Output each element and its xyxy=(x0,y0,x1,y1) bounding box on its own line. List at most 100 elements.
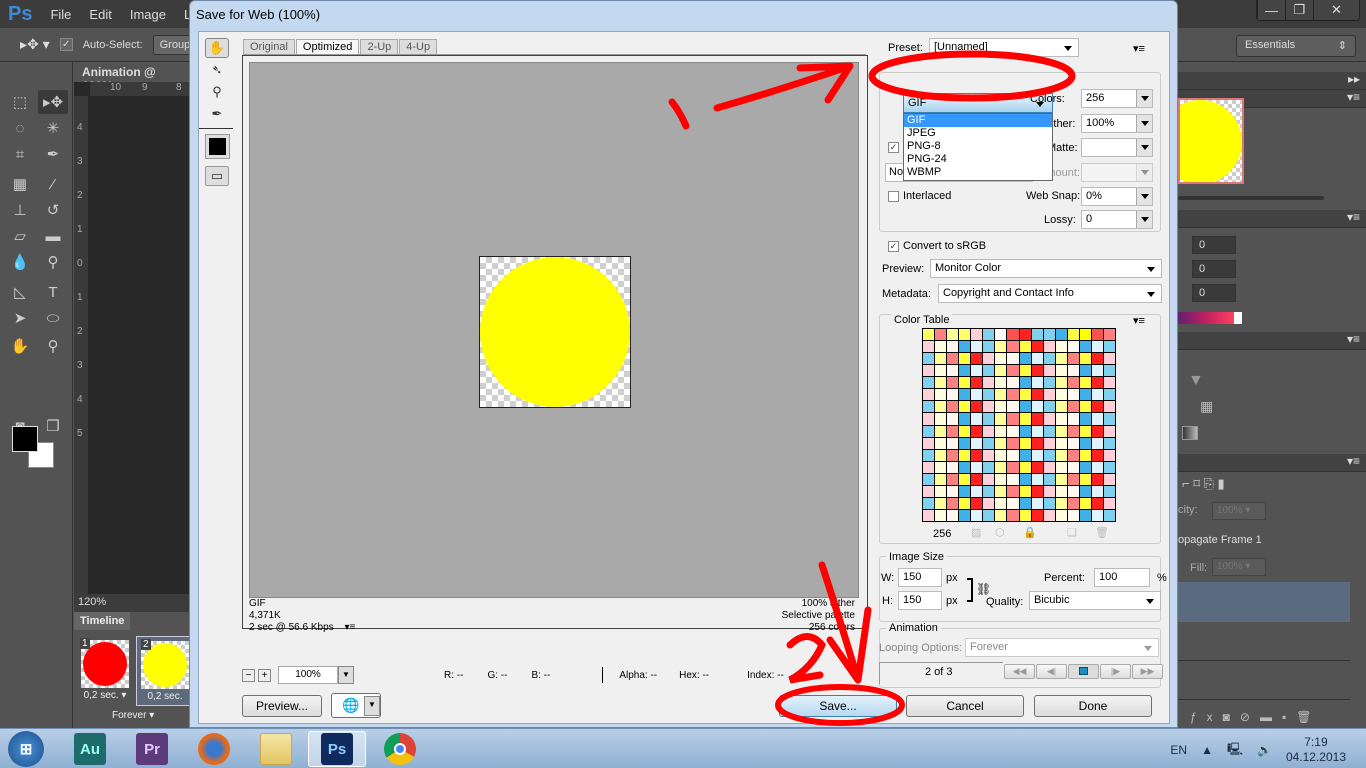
workspace-switcher[interactable]: Essentials ⇕ xyxy=(1236,35,1356,57)
color-swatch[interactable] xyxy=(995,449,1007,461)
color-ramp[interactable] xyxy=(1178,312,1242,324)
color-swatch[interactable] xyxy=(1055,365,1067,377)
color-swatch[interactable] xyxy=(995,461,1007,473)
color-swatch[interactable] xyxy=(1055,389,1067,401)
color-swatch[interactable] xyxy=(995,353,1007,365)
color-swatch[interactable] xyxy=(1007,473,1019,485)
toggle-slices-icon[interactable]: ▭ xyxy=(205,166,229,186)
color-swatch[interactable] xyxy=(1079,341,1091,353)
ellipse-tool-icon[interactable]: ⬭ xyxy=(38,306,68,330)
color-swatch[interactable] xyxy=(995,413,1007,425)
color-swatch[interactable] xyxy=(971,449,983,461)
color-swatch[interactable] xyxy=(1007,413,1019,425)
layer-row[interactable] xyxy=(1178,662,1350,700)
web-snap-field[interactable]: 0% xyxy=(1081,187,1153,206)
color-swatch[interactable] xyxy=(1103,365,1115,377)
next-frame-button[interactable]: |▶ xyxy=(1100,664,1131,679)
taskbar-firefox-icon[interactable] xyxy=(198,733,230,765)
color-swatch[interactable] xyxy=(959,425,971,437)
color-swatch[interactable] xyxy=(947,329,959,341)
color-swatch[interactable] xyxy=(947,341,959,353)
color-swatch[interactable] xyxy=(1067,329,1079,341)
color-swatch[interactable] xyxy=(1091,485,1103,497)
format-option-jpeg[interactable]: JPEG xyxy=(904,127,1052,140)
color-swatch[interactable] xyxy=(1031,437,1043,449)
pen-tool-icon[interactable]: ◺ xyxy=(5,280,35,304)
zoom-tool-icon[interactable]: ⚲ xyxy=(205,82,229,102)
color-swatch[interactable] xyxy=(983,473,995,485)
color-swatch[interactable] xyxy=(1103,497,1115,509)
optimize-menu-icon[interactable]: ▾≡ xyxy=(1133,42,1145,55)
color-swatch[interactable] xyxy=(1103,401,1115,413)
color-swatch[interactable] xyxy=(1019,497,1031,509)
color-swatch[interactable] xyxy=(1031,473,1043,485)
width-field[interactable]: 150 xyxy=(898,568,942,587)
color-swatch[interactable] xyxy=(995,377,1007,389)
color-swatch[interactable] xyxy=(923,401,935,413)
taskbar-explorer-icon[interactable] xyxy=(260,733,292,765)
color-swatch[interactable] xyxy=(1055,473,1067,485)
color-swatch[interactable] xyxy=(1091,497,1103,509)
color-swatch[interactable] xyxy=(959,473,971,485)
document-canvas[interactable] xyxy=(74,82,194,594)
preview-button[interactable]: Preview... xyxy=(242,695,322,717)
color-swatch[interactable] xyxy=(959,413,971,425)
grid-icon[interactable]: ▦ xyxy=(1200,398,1213,415)
color-swatch[interactable] xyxy=(923,437,935,449)
navigator-zoom-slider[interactable] xyxy=(1178,196,1324,200)
timeline-frame-1[interactable]: 1 0,2 sec. ▾ xyxy=(76,636,134,706)
color-swatch[interactable] xyxy=(923,497,935,509)
color-swatch[interactable] xyxy=(1103,461,1115,473)
color-swatch[interactable] xyxy=(1055,509,1067,521)
color-swatch[interactable] xyxy=(1007,485,1019,497)
preset-select[interactable]: [Unnamed] xyxy=(929,38,1079,57)
panel-menu-icon[interactable]: ▾≡ xyxy=(1178,210,1366,228)
healing-brush-icon[interactable]: ▦ xyxy=(5,172,35,196)
network-icon[interactable]: 🖳 xyxy=(1227,740,1243,761)
color-swatch[interactable] xyxy=(971,485,983,497)
color-swatch[interactable] xyxy=(983,389,995,401)
layer-filter-icons[interactable]: ⌐ ⌑ ⎘ ▮ xyxy=(1182,476,1225,492)
color-swatch[interactable] xyxy=(1055,377,1067,389)
timeline-tab[interactable]: Timeline xyxy=(74,612,130,630)
color-swatch[interactable] xyxy=(971,401,983,413)
color-swatch[interactable] xyxy=(923,365,935,377)
interlaced-checkbox[interactable] xyxy=(888,191,899,202)
color-swatch[interactable] xyxy=(1031,485,1043,497)
color-r-field[interactable]: 0 xyxy=(1192,236,1236,254)
color-swatch[interactable] xyxy=(1067,365,1079,377)
color-swatch[interactable] xyxy=(923,461,935,473)
color-swatch[interactable] xyxy=(935,341,947,353)
stamp-tool-icon[interactable]: ⊥ xyxy=(5,198,35,222)
color-swatch[interactable] xyxy=(1103,377,1115,389)
menu-file[interactable]: File xyxy=(50,7,71,22)
color-swatch[interactable] xyxy=(1019,341,1031,353)
color-swatch[interactable] xyxy=(971,329,983,341)
slice-select-icon[interactable]: ➴ xyxy=(205,60,229,80)
format-option-wbmp[interactable]: WBMP xyxy=(904,166,1052,179)
color-swatch[interactable] xyxy=(983,413,995,425)
color-swatch[interactable] xyxy=(947,497,959,509)
lasso-tool-icon[interactable]: ◌ xyxy=(5,116,35,140)
color-swatch[interactable] xyxy=(1091,353,1103,365)
color-swatch[interactable] xyxy=(1067,449,1079,461)
color-swatch[interactable] xyxy=(1055,401,1067,413)
preview-image[interactable] xyxy=(479,256,631,408)
color-swatch[interactable] xyxy=(935,377,947,389)
frame-delay[interactable]: 0,2 sec. ▾ xyxy=(78,690,132,701)
tray-expand-icon[interactable]: ▲ xyxy=(1201,743,1213,757)
color-swatch[interactable] xyxy=(983,485,995,497)
layer-row[interactable] xyxy=(1178,623,1350,661)
looping-select[interactable]: Forever xyxy=(965,638,1159,657)
color-swatch[interactable] xyxy=(1079,473,1091,485)
matte-field[interactable] xyxy=(1081,138,1153,157)
zoom-tool-icon[interactable]: ⚲ xyxy=(38,334,68,358)
color-swatch[interactable] xyxy=(1079,437,1091,449)
restore-button[interactable]: ❐ xyxy=(1285,0,1313,20)
color-swatch[interactable] xyxy=(1019,437,1031,449)
color-swatch[interactable] xyxy=(947,353,959,365)
color-swatch[interactable] xyxy=(1103,473,1115,485)
color-swatch[interactable] xyxy=(1019,461,1031,473)
color-swatch[interactable] xyxy=(1031,497,1043,509)
layers-footer-icons[interactable]: ƒx◙⊘▬▪🗑 xyxy=(1190,710,1321,724)
